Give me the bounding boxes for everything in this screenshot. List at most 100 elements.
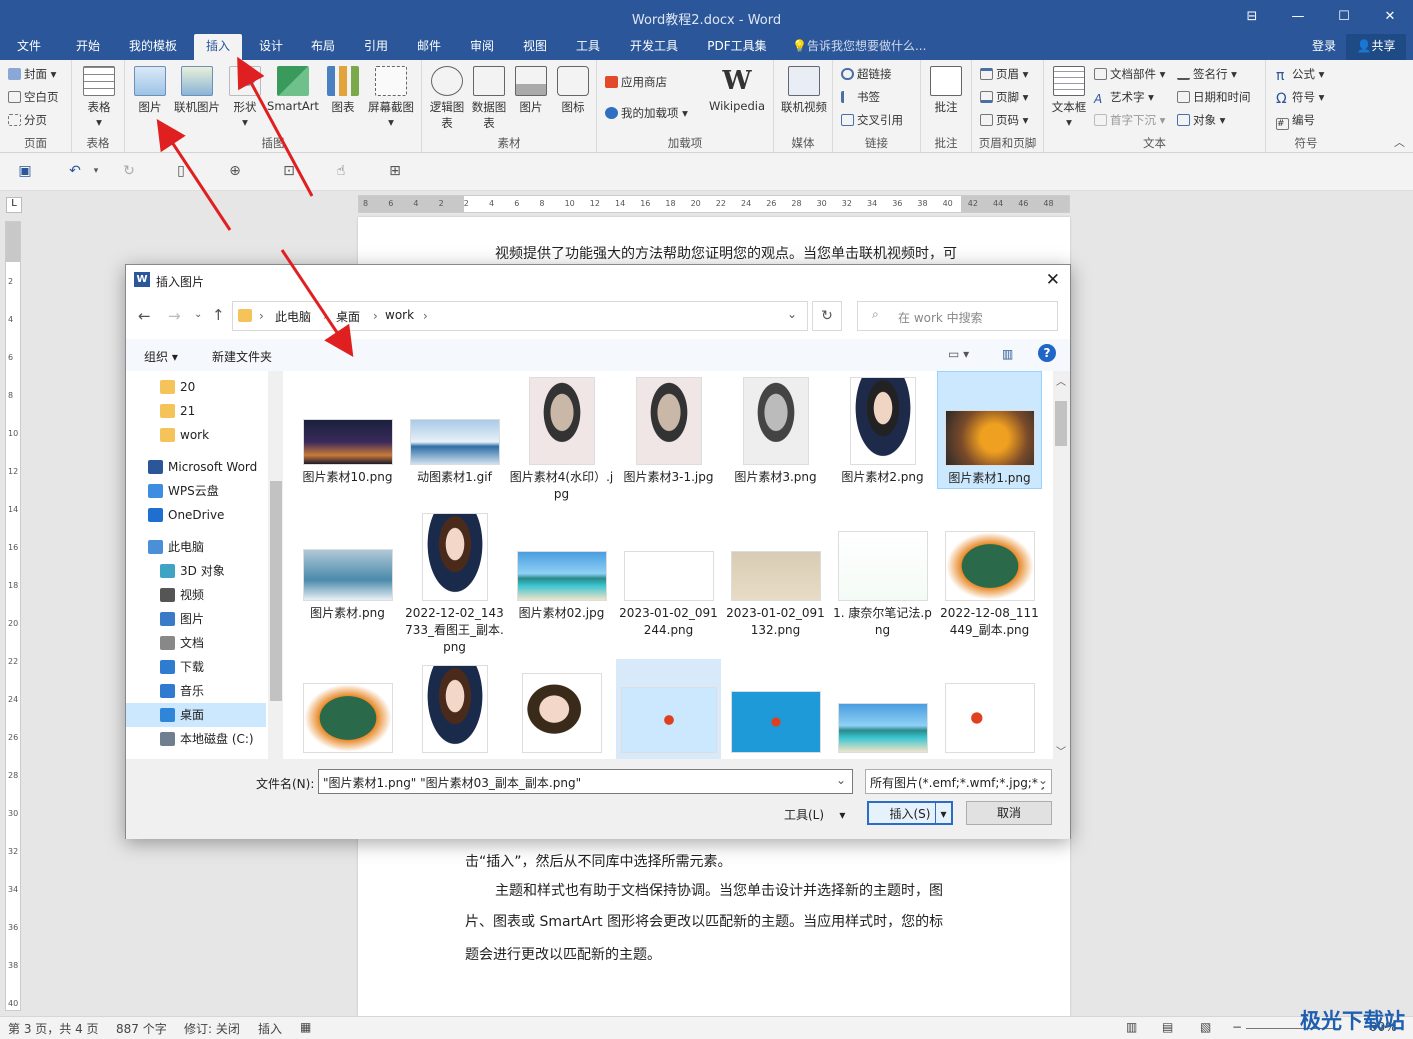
preview-pane-icon[interactable]: ▥ [1002,347,1013,361]
numbering-button[interactable]: # 编号 [1276,112,1315,130]
file-item[interactable]: 2022-12-02_143733_看图王_副本.png [402,507,507,654]
filename-input[interactable]: "图片素材1.png" "图片素材03_副本_副本.png" ⌄ [318,769,853,794]
file-item[interactable]: 动图素材1.gif [402,371,507,489]
file-item[interactable] [937,659,1042,759]
redo-icon[interactable]: ↻ [120,163,138,179]
page-count[interactable]: 第 3 页，共 4 页 [8,1020,99,1037]
nav-item[interactable]: 20 [126,375,266,399]
picture-button[interactable]: 图片 [133,66,167,115]
tab-design[interactable]: 设计 [249,34,293,60]
filename-dropdown-icon[interactable]: ⌄ [836,773,846,787]
file-item[interactable]: 2023-01-02_091132.png [723,507,828,637]
nav-item[interactable]: OneDrive [126,503,266,527]
address-dropdown-icon[interactable]: ⌄ [787,307,797,321]
file-item[interactable]: 图片素材02.jpg [509,507,614,625]
nav-item[interactable]: 视频 [126,583,266,607]
online-video-button[interactable]: 联机视频 [778,66,830,115]
breadcrumb-this-pc[interactable]: 此电脑 [275,308,311,325]
file-item[interactable]: 2022-12-08_111449_副本.png [937,507,1042,637]
tab-stop-selector[interactable]: L [6,197,22,213]
breadcrumb-work[interactable]: work [385,308,414,322]
drop-cap-button[interactable]: 首字下沉 ▾ [1094,112,1165,128]
file-item[interactable] [295,659,400,759]
bookmark-button[interactable]: 书签 [841,89,880,105]
back-icon[interactable]: ← [138,307,151,325]
insert-button[interactable]: 插入(S) ▾ [867,801,953,825]
file-scrollbar[interactable]: ︿ ﹀ [1053,371,1070,759]
web-icon[interactable]: ⊕ [226,163,244,179]
tab-review[interactable]: 审阅 [460,34,504,60]
tools-menu[interactable]: 工具(L) ▾ [784,806,845,823]
file-item[interactable]: 图片素材2.png [830,371,935,489]
file-item[interactable]: 图片素材10.png [295,371,400,489]
scroll-up-icon[interactable]: ︿ [1056,373,1066,388]
preview-icon[interactable]: ⊡ [280,163,298,179]
chart-button[interactable]: 图表 [325,66,361,115]
header-button[interactable]: 页眉 ▾ [980,66,1028,82]
online-picture-button[interactable]: 联机图片 [171,66,223,115]
print-layout-icon[interactable]: ▯ [172,163,190,179]
tab-references[interactable]: 引用 [354,34,398,60]
object-button[interactable]: 对象 ▾ [1177,112,1225,128]
insert-dropdown-icon[interactable]: ▾ [935,803,951,823]
recent-dropdown-icon[interactable]: ⌄ [194,309,202,320]
store-button[interactable]: 应用商店 [605,74,667,90]
refresh-icon[interactable]: ↻ [812,301,842,331]
data-chart-button[interactable]: 数据图表 [470,66,508,131]
dialog-close-icon[interactable]: ✕ [1046,270,1060,290]
nav-item[interactable]: 图片 [126,607,266,631]
cover-page-button[interactable]: 封面 ▾ [8,66,56,82]
save-icon[interactable]: ▣ [16,163,34,179]
nav-item[interactable]: work [126,423,266,447]
screenshot-button[interactable]: 屏幕截图 ▾ [363,66,419,129]
tell-me-box[interactable]: 💡告诉我您想要做什么... [792,34,942,60]
macro-icon[interactable]: ▦ [300,1020,311,1034]
undo-icon[interactable]: ↶ [66,163,84,179]
help-icon[interactable]: ? [1038,344,1056,362]
forward-icon[interactable]: → [168,307,181,325]
nav-item[interactable]: WPS云盘 [126,479,266,503]
nav-item[interactable]: 3D 对象 [126,559,266,583]
tab-tools[interactable]: 工具 [566,34,610,60]
symbol-button[interactable]: Ω 符号 ▾ [1276,89,1324,106]
cross-reference-button[interactable]: 交叉引用 [841,112,903,128]
share-button[interactable]: 👤共享 [1346,34,1406,60]
file-item[interactable] [509,659,614,759]
web-layout-icon[interactable]: ▧ [1200,1020,1211,1034]
table-button[interactable]: 表格 ▾ [82,66,116,129]
up-icon[interactable]: ↑ [212,306,225,324]
file-item[interactable]: 图片素材1.png [937,371,1042,489]
nav-item[interactable]: 下载 [126,655,266,679]
collapse-ribbon-icon[interactable]: ︿ [1394,134,1405,150]
file-item[interactable]: 图片素材3-1.jpg [616,371,721,489]
signature-line-button[interactable]: 签名行 ▾ [1177,66,1237,82]
address-bar[interactable]: › 此电脑 › 桌面 › work › ⌄ [232,301,808,331]
filetype-dropdown-icon[interactable]: ⌄ [1037,773,1048,787]
my-addins-button[interactable]: 我的加载项 ▾ [605,105,688,121]
file-item[interactable]: 图片素材3.png [723,371,828,489]
nav-item[interactable]: 文档 [126,631,266,655]
nav-item[interactable]: 此电脑 [126,535,266,559]
page-number-button[interactable]: 页码 ▾ [980,112,1028,128]
nav-item[interactable]: 桌面 [126,703,266,727]
tab-file[interactable]: 文件 [6,34,52,60]
customize-icon[interactable]: ⊞ [386,163,404,179]
smartart-button[interactable]: SmartArt [265,66,321,113]
hyperlink-button[interactable]: 超链接 [841,66,892,82]
tab-insert[interactable]: 插入 [194,34,242,60]
search-input[interactable]: ⌕ 在 work 中搜索 [857,301,1058,331]
file-item[interactable]: 图片素材4(水印）.jpg [509,371,614,501]
view-options-icon[interactable]: ▭ ▾ [948,347,969,361]
icon-button[interactable]: 图标 [554,66,592,115]
page-break-button[interactable]: 分页 [8,112,47,128]
file-item[interactable] [723,659,828,759]
comment-button[interactable]: 批注 [929,66,963,115]
wikipedia-button[interactable]: W Wikipedia [705,66,769,113]
breadcrumb-desktop[interactable]: 桌面 [336,308,360,325]
shapes-button[interactable]: 形状 ▾ [227,66,263,129]
tab-home[interactable]: 开始 [62,34,114,60]
wordart-button[interactable]: A 艺术字 ▾ [1094,89,1154,105]
logic-chart-button[interactable]: 逻辑图表 [428,66,466,131]
file-item[interactable] [402,659,507,759]
new-folder-button[interactable]: 新建文件夹 [212,348,272,365]
